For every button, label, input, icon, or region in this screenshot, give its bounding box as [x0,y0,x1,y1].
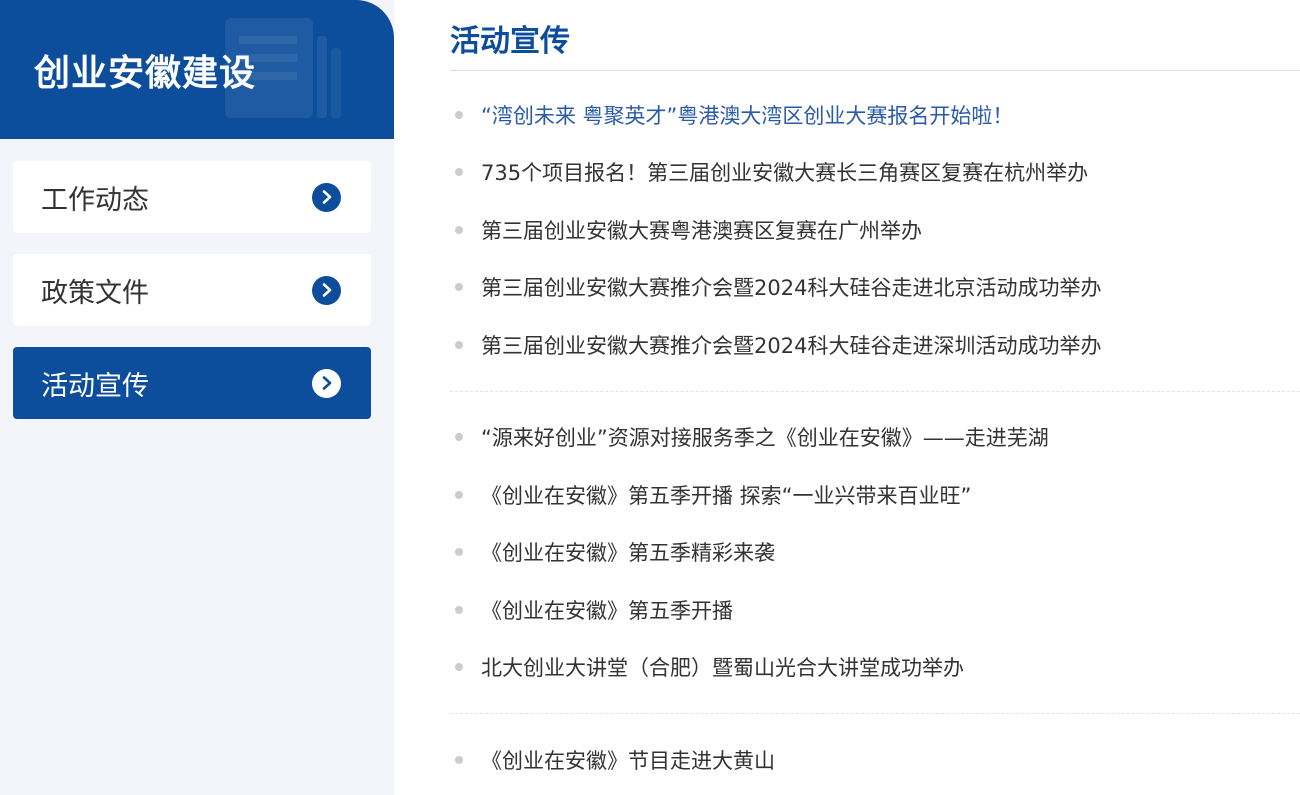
bullet-dot-icon [455,340,463,349]
list-item: 第三届创业安徽大赛推介会暨2024科大硅谷走进深圳活动成功举办 [450,316,1300,374]
chevron-right-circle-icon [312,368,341,398]
bullet-dot-icon [455,490,463,499]
news-list: “湾创未来 粤聚英才”粤港澳大湾区创业大赛报名开始啦！ 735个项目报名！第三届… [450,86,1300,789]
list-item: 北大创业大讲堂（合肥）暨蜀山光合大讲堂成功举办 [450,639,1300,697]
sidebar: 创业安徽建设 工作动态 政策文件 活动宣传 [0,0,394,795]
news-link[interactable]: 第三届创业安徽大赛推介会暨2024科大硅谷走进北京活动成功举办 [481,272,1101,302]
page-title: 活动宣传 [450,24,570,59]
sidebar-header: 创业安徽建设 [0,0,394,139]
sidebar-title: 创业安徽建设 [34,53,257,94]
sidebar-item-activity-promotion[interactable]: 活动宣传 [13,347,371,419]
main-content: 活动宣传 “湾创未来 粤聚英才”粤港澳大湾区创业大赛报名开始啦！ 735个项目报… [450,0,1300,795]
list-item: 第三届创业安徽大赛推介会暨2024科大硅谷走进北京活动成功举办 [450,259,1300,317]
list-item: 第三届创业安徽大赛粤港澳赛区复赛在广州举办 [450,201,1300,259]
bullet-dot-icon [455,225,463,234]
news-link[interactable]: 《创业在安徽》第五季精彩来袭 [481,537,775,567]
bullet-dot-icon [455,433,463,442]
title-divider [450,70,1300,71]
list-item: “湾创未来 粤聚英才”粤港澳大湾区创业大赛报名开始啦！ [450,86,1300,144]
news-link[interactable]: “源来好创业”资源对接服务季之《创业在安徽》——走进芜湖 [481,422,1049,452]
group-divider [450,374,1300,409]
group-divider [450,696,1300,731]
sidebar-item-work-news[interactable]: 工作动态 [13,161,371,233]
news-link[interactable]: 第三届创业安徽大赛粤港澳赛区复赛在广州举办 [481,215,922,245]
news-link[interactable]: “湾创未来 粤聚英才”粤港澳大湾区创业大赛报名开始啦！ [481,100,1013,130]
bullet-dot-icon [455,605,463,614]
bullet-dot-icon [455,283,463,292]
news-link[interactable]: 735个项目报名！第三届创业安徽大赛长三角赛区复赛在杭州举办 [481,157,1088,187]
sidebar-item-label: 政策文件 [41,277,149,309]
bullet-dot-icon [455,168,463,177]
sidebar-item-policy-docs[interactable]: 政策文件 [13,254,371,326]
chevron-right-circle-icon [312,182,341,212]
news-link[interactable]: 《创业在安徽》第五季开播 [481,595,733,625]
bullet-dot-icon [455,548,463,557]
news-link[interactable]: 北大创业大讲堂（合肥）暨蜀山光合大讲堂成功举办 [481,652,964,682]
chevron-right-circle-icon [312,275,341,305]
news-link[interactable]: 第三届创业安徽大赛推介会暨2024科大硅谷走进深圳活动成功举办 [481,330,1101,360]
sidebar-item-label: 活动宣传 [41,370,149,402]
bullet-dot-icon [455,110,463,119]
list-item: 735个项目报名！第三届创业安徽大赛长三角赛区复赛在杭州举办 [450,144,1300,202]
news-link[interactable]: 《创业在安徽》第五季开播 探索“一业兴带来百业旺” [481,480,971,510]
bullet-dot-icon [455,755,463,764]
list-item: 《创业在安徽》第五季开播 [450,581,1300,639]
list-item: 《创业在安徽》第五季精彩来袭 [450,524,1300,582]
bullet-dot-icon [455,663,463,672]
sidebar-item-label: 工作动态 [41,184,149,216]
list-item: 《创业在安徽》节目走进大黄山 [450,731,1300,789]
news-link[interactable]: 《创业在安徽》节目走进大黄山 [481,745,775,775]
list-item: 《创业在安徽》第五季开播 探索“一业兴带来百业旺” [450,466,1300,524]
list-item: “源来好创业”资源对接服务季之《创业在安徽》——走进芜湖 [450,409,1300,467]
